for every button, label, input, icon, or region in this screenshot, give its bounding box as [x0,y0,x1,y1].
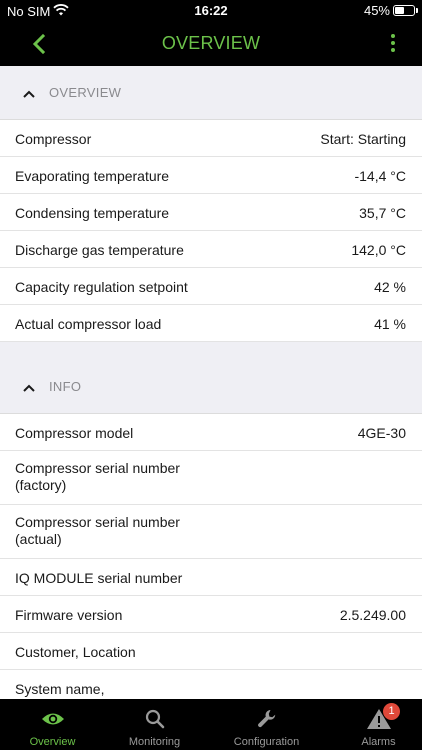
row-label: Firmware version [15,607,123,623]
info-row-compressor-model[interactable]: Compressor model 4GE-30 [0,414,422,451]
battery-tip [416,8,418,13]
info-row-serial-factory[interactable]: Compressor serial number (factory) [0,451,422,505]
row-value: 142,0 °C [351,242,406,258]
row-label: Discharge gas temperature [15,242,184,258]
page-title: OVERVIEW [161,33,261,53]
search-icon [102,708,207,730]
info-row-firmware-version[interactable]: Firmware version 2.5.249.00 [0,596,422,633]
section-spacer [0,342,422,360]
chevron-up-icon [22,380,36,392]
section-header-overview[interactable]: OVERVIEW [0,66,422,120]
row-value: 35,7 °C [359,205,406,221]
tab-configuration[interactable]: Configuration [214,699,319,750]
info-row-customer-location[interactable]: Customer, Location [0,633,422,670]
row-value: 4GE-30 [357,425,406,441]
row-label: Compressor model [15,425,134,441]
row-label: Compressor serial number (actual) [15,514,180,547]
overview-row-discharge-gas-temperature[interactable]: Discharge gas temperature 142,0 °C [0,231,422,268]
tab-monitoring[interactable]: Monitoring [102,699,207,750]
section-title: OVERVIEW [49,85,122,100]
warning-icon [326,708,422,730]
row-label: Customer, Location [15,644,136,660]
tab-alarms[interactable]: 1 Alarms [326,699,422,750]
info-row-system-name[interactable]: System name, [0,670,422,699]
tab-label: Overview [29,736,76,748]
overview-row-compressor[interactable]: Compressor Start: Starting [0,120,422,157]
scroll-content[interactable]: OVERVIEW Compressor Start: Starting Evap… [0,66,422,699]
nav-bar: OVERVIEW [0,22,422,66]
row-label: Condensing temperature [15,205,170,221]
row-value: Start: Starting [320,131,406,147]
alarm-count-badge: 1 [383,703,400,720]
info-row-serial-actual[interactable]: Compressor serial number (actual) [0,505,422,559]
clock: 16:22 [194,3,228,18]
row-label: Actual compressor load [15,316,162,332]
tab-bar: Overview Monitoring Configuration 1 Alar [0,699,422,750]
row-label: Compressor serial number (factory) [15,460,180,493]
battery-percentage: 45% [363,3,390,18]
row-label: Capacity regulation setpoint [15,279,188,295]
row-value: -14,4 °C [354,168,406,184]
battery-icon [393,5,415,16]
wrench-icon [214,708,319,730]
overview-row-capacity-regulation-setpoint[interactable]: Capacity regulation setpoint 42 % [0,268,422,305]
tab-overview[interactable]: Overview [0,699,105,750]
row-label: IQ MODULE serial number [15,570,183,586]
overview-row-evaporating-temperature[interactable]: Evaporating temperature -14,4 °C [0,157,422,194]
tab-label: Alarms [361,736,396,748]
row-value: 2.5.249.00 [339,607,406,623]
tab-label: Configuration [233,736,300,748]
row-value: 42 % [374,279,406,295]
info-row-iq-module-serial[interactable]: IQ MODULE serial number [0,559,422,596]
row-label: System name, [15,681,105,697]
row-label: Evaporating temperature [15,168,170,184]
section-header-info[interactable]: INFO [0,360,422,414]
tab-label: Monitoring [128,736,181,748]
row-value: 41 % [374,316,406,332]
eye-icon [0,708,105,730]
overview-row-condensing-temperature[interactable]: Condensing temperature 35,7 °C [0,194,422,231]
status-bar: No SIM 16:22 45% [0,0,422,22]
overview-row-actual-compressor-load[interactable]: Actual compressor load 41 % [0,305,422,342]
more-options-icon[interactable] [390,34,396,54]
chevron-up-icon [22,86,36,98]
row-label: Compressor [15,131,92,147]
section-title: INFO [49,379,82,394]
